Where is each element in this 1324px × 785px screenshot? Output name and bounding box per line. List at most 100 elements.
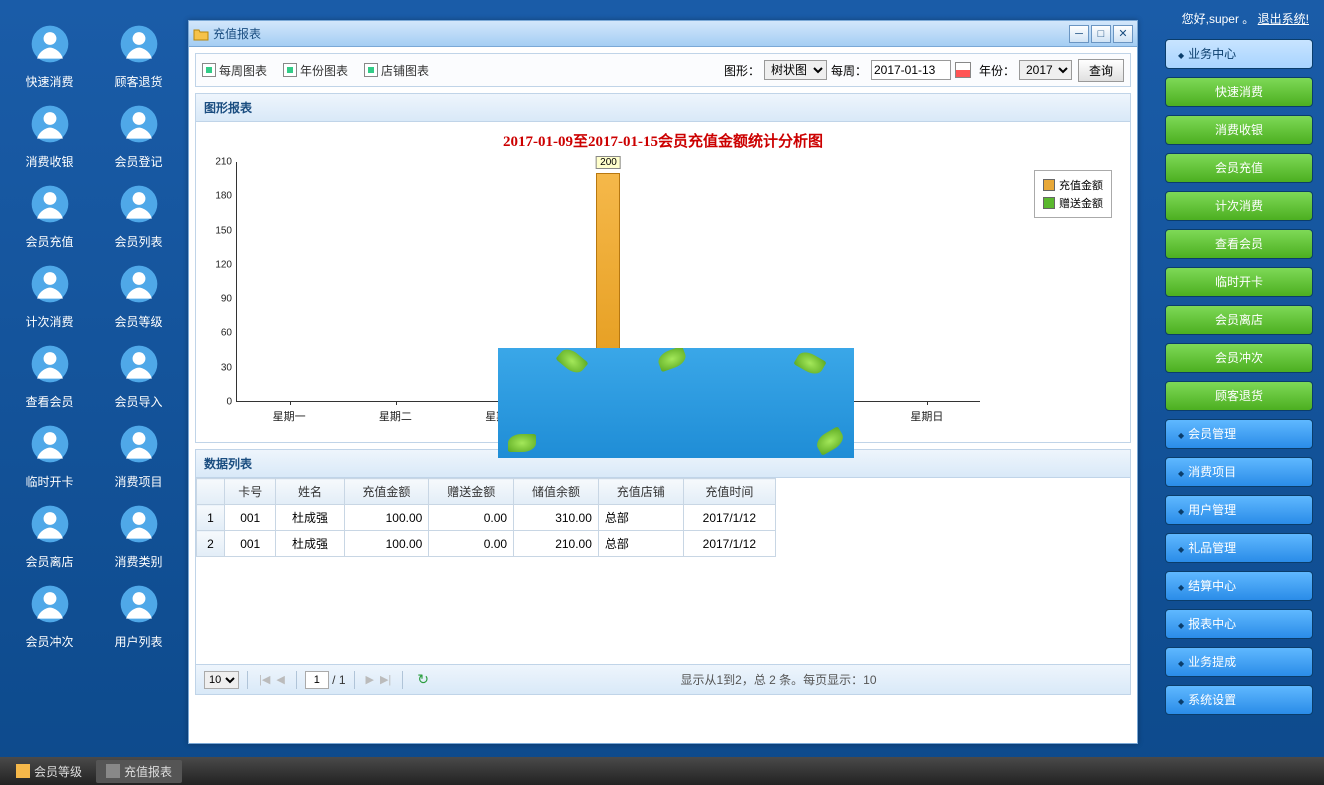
shortcut-user-list[interactable]: 用户列表 [94,580,183,650]
menu-查看会员[interactable]: 查看会员 [1165,229,1313,259]
menu-报表中心[interactable]: 报表中心 [1165,609,1313,639]
y-tick: 60 [221,328,232,339]
shortcut-label: 消费类别 [114,553,162,570]
shortcut-customer-return[interactable]: 顾客退货 [94,20,183,90]
col-header[interactable]: 赠送金额 [429,479,514,505]
col-header[interactable]: 姓名 [276,479,344,505]
shortcut-member-login[interactable]: 会员登记 [94,100,183,170]
menu-业务提成[interactable]: 业务提成 [1165,647,1313,677]
task-icon [106,764,120,778]
shortcut-member-import[interactable]: 会员导入 [94,340,183,410]
shortcut-label: 会员列表 [114,233,162,250]
week-input[interactable] [871,60,951,80]
y-tick: 0 [226,397,232,408]
menu-业务中心[interactable]: 业务中心 [1165,39,1313,69]
col-header[interactable]: 充值店铺 [598,479,683,505]
shortcut-member-leave[interactable]: 会员离店 [5,500,94,570]
year-label: 年份： [979,62,1015,79]
pager: 10 |◀ ◀ / 1 ▶ ▶| ↻ 显示从1到2，总 2 条。每页显示：10 [196,664,1130,694]
x-tick: 星期日 [874,408,980,424]
consume-category-icon [115,500,163,548]
shortcut-label: 临时开卡 [25,473,73,490]
y-tick: 150 [215,225,232,236]
shortcut-consume-item[interactable]: 消费项目 [94,420,183,490]
menu-会员充值[interactable]: 会员充值 [1165,153,1313,183]
tab-store-chart[interactable]: 店铺图表 [364,62,429,79]
titlebar[interactable]: 充值报表 ─ □ ✕ [189,21,1137,47]
greeting: 您好,super 。 [1182,12,1255,26]
col-header[interactable]: 充值金额 [344,479,429,505]
shortcut-member-redeem[interactable]: 会员冲次 [5,580,94,650]
prev-page-icon[interactable]: ◀ [276,673,284,686]
taskbar: 会员等级充值报表 [0,757,1324,785]
first-page-icon[interactable]: |◀ [259,673,270,686]
x-tick: 星期二 [342,408,448,424]
view-member-icon [26,340,74,388]
menu-临时开卡[interactable]: 临时开卡 [1165,267,1313,297]
last-page-icon[interactable]: ▶| [380,673,391,686]
y-tick: 30 [221,362,232,373]
menu-顾客退货[interactable]: 顾客退货 [1165,381,1313,411]
menu-礼品管理[interactable]: 礼品管理 [1165,533,1313,563]
calendar-icon[interactable] [955,62,971,78]
table-row[interactable]: 1001杜成强100.000.00310.00总部2017/1/12 [197,505,776,531]
shortcut-member-level[interactable]: 会员等级 [94,260,183,330]
consume-item-icon [115,420,163,468]
menu-计次消费[interactable]: 计次消费 [1165,191,1313,221]
menu-会员冲次[interactable]: 会员冲次 [1165,343,1313,373]
bar-value-label: 200 [596,156,621,169]
col-header[interactable]: 储值余额 [514,479,599,505]
page-size-select[interactable]: 10 [204,671,239,689]
quick-consume-icon [26,20,74,68]
shortcut-view-member[interactable]: 查看会员 [5,340,94,410]
user-bar: 您好,super 。 退出系统! [1159,5,1319,39]
tab-weekly-chart[interactable]: 每周图表 [202,62,267,79]
maximize-button[interactable]: □ [1091,25,1111,43]
shortcut-consume-cashier[interactable]: 消费收银 [5,100,94,170]
menu-消费收银[interactable]: 消费收银 [1165,115,1313,145]
x-tick: 星期一 [236,408,342,424]
data-panel: 数据列表 卡号姓名充值金额赠送金额储值余额充值店铺充值时间 1001杜成强100… [195,449,1131,695]
chart-icon [283,63,297,77]
menu-会员管理[interactable]: 会员管理 [1165,419,1313,449]
minimize-button[interactable]: ─ [1069,25,1089,43]
menu-用户管理[interactable]: 用户管理 [1165,495,1313,525]
shortcut-count-consume[interactable]: 计次消费 [5,260,94,330]
page-input[interactable] [305,671,329,689]
close-button[interactable]: ✕ [1113,25,1133,43]
pager-info: 显示从1到2，总 2 条。每页显示：10 [435,671,1122,688]
shortcut-label: 会员冲次 [25,633,73,650]
menu-系统设置[interactable]: 系统设置 [1165,685,1313,715]
shortcut-member-recharge[interactable]: 会员充值 [5,180,94,250]
shortcut-member-list[interactable]: 会员列表 [94,180,183,250]
menu-快速消费[interactable]: 快速消费 [1165,77,1313,107]
legend-item: 充值金额 [1043,177,1103,193]
table-row[interactable]: 2001杜成强100.000.00210.00总部2017/1/12 [197,531,776,557]
taskbar-item[interactable]: 充值报表 [96,760,182,783]
year-select[interactable]: 2017 [1019,60,1072,80]
chart-icon [364,63,378,77]
shape-select[interactable]: 树状图 [764,60,827,80]
customer-return-icon [115,20,163,68]
refresh-icon[interactable]: ↻ [417,671,429,688]
shortcut-label: 消费项目 [114,473,162,490]
col-header[interactable]: 充值时间 [683,479,775,505]
menu-会员离店[interactable]: 会员离店 [1165,305,1313,335]
user-list-icon [115,580,163,628]
menu-结算中心[interactable]: 结算中心 [1165,571,1313,601]
shortcut-consume-category[interactable]: 消费类别 [94,500,183,570]
folder-icon [193,26,209,42]
col-header[interactable]: 卡号 [225,479,276,505]
next-page-icon[interactable]: ▶ [366,673,374,686]
shortcut-temp-card[interactable]: 临时开卡 [5,420,94,490]
temp-card-icon [26,420,74,468]
toolbar: 每周图表 年份图表 店铺图表 图形： 树状图 每周： 年份： 2017 查询 [195,53,1131,87]
logout-link[interactable]: 退出系统! [1258,12,1309,26]
shortcut-label: 用户列表 [114,633,162,650]
shortcut-quick-consume[interactable]: 快速消费 [5,20,94,90]
shortcut-label: 会员离店 [25,553,73,570]
taskbar-item[interactable]: 会员等级 [6,760,92,783]
query-button[interactable]: 查询 [1078,59,1124,82]
menu-消费项目[interactable]: 消费项目 [1165,457,1313,487]
tab-yearly-chart[interactable]: 年份图表 [283,62,348,79]
